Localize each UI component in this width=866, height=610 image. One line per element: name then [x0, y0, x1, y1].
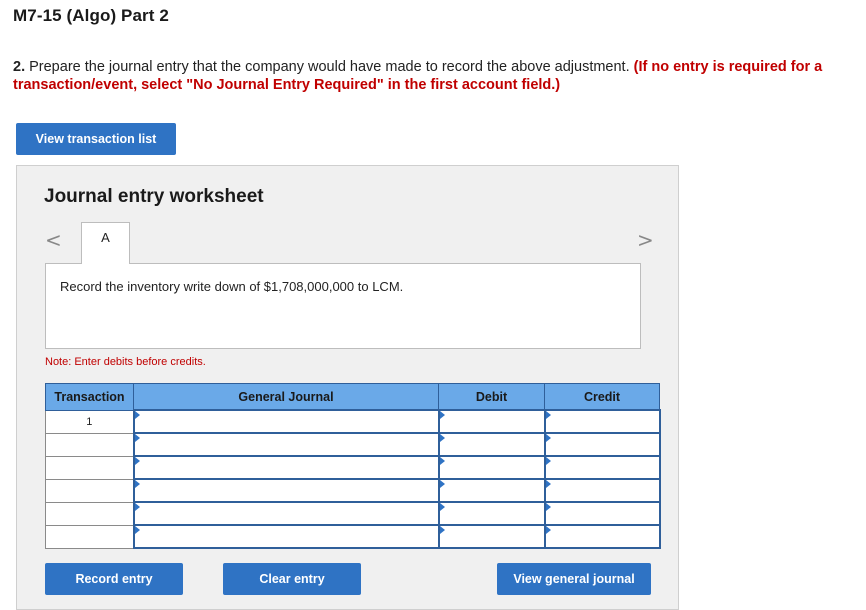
entry-note: Note: Enter debits before credits. [45, 356, 206, 368]
credit-field[interactable] [543, 524, 661, 549]
dropdown-marker-icon [545, 434, 551, 442]
account-field[interactable] [132, 524, 440, 549]
table-row [45, 478, 661, 503]
table-row [45, 501, 661, 526]
chevron-left-icon[interactable]: < [45, 228, 62, 252]
credit-field[interactable] [543, 455, 661, 480]
dropdown-marker-icon [439, 411, 445, 419]
dropdown-marker-icon [439, 503, 445, 511]
account-field[interactable] [132, 432, 440, 457]
credit-field[interactable] [543, 478, 661, 503]
transaction-cell [45, 524, 134, 549]
question-number: 2. [13, 59, 26, 75]
debit-field[interactable] [437, 478, 546, 503]
debit-field[interactable] [437, 524, 546, 549]
record-entry-button[interactable]: Record entry [45, 563, 183, 595]
dropdown-marker-icon [545, 480, 551, 488]
dropdown-marker-icon [134, 457, 140, 465]
credit-field[interactable] [543, 409, 661, 434]
dropdown-marker-icon [134, 526, 140, 534]
question-body: Prepare the journal entry that the compa… [25, 59, 634, 75]
transaction-cell: 1 [45, 409, 134, 434]
journal-entry-worksheet: Journal entry worksheet < > A Record the… [16, 165, 679, 610]
account-field[interactable] [132, 501, 440, 526]
table-row: 1 [45, 409, 661, 434]
dropdown-marker-icon [134, 503, 140, 511]
dropdown-marker-icon [439, 434, 445, 442]
transaction-cell [45, 455, 134, 480]
dropdown-marker-icon [545, 411, 551, 419]
transaction-description-box: Record the inventory write down of $1,70… [45, 263, 641, 349]
transaction-cell [45, 478, 134, 503]
transaction-cell [45, 432, 134, 457]
transaction-description: Record the inventory write down of $1,70… [60, 279, 404, 294]
dropdown-marker-icon [439, 526, 445, 534]
table-header-row: Transaction General Journal Debit Credit [45, 383, 660, 411]
account-field[interactable] [132, 478, 440, 503]
debit-field[interactable] [437, 409, 546, 434]
table-row [45, 455, 661, 480]
account-field[interactable] [132, 455, 440, 480]
dropdown-marker-icon [439, 457, 445, 465]
page-title: M7-15 (Algo) Part 2 [13, 6, 169, 25]
credit-field[interactable] [543, 432, 661, 457]
debit-field[interactable] [437, 455, 546, 480]
table-row [45, 432, 661, 457]
dropdown-marker-icon [134, 411, 140, 419]
question-text: 2. Prepare the journal entry that the co… [13, 58, 858, 94]
view-transaction-list-button[interactable]: View transaction list [16, 123, 176, 155]
dropdown-marker-icon [545, 457, 551, 465]
credit-field[interactable] [543, 501, 661, 526]
transaction-cell [45, 501, 134, 526]
dropdown-marker-icon [439, 480, 445, 488]
dropdown-marker-icon [545, 503, 551, 511]
dropdown-marker-icon [134, 434, 140, 442]
dropdown-marker-icon [134, 480, 140, 488]
header-debit: Debit [438, 383, 545, 411]
dropdown-marker-icon [545, 526, 551, 534]
header-transaction: Transaction [45, 383, 134, 411]
journal-entry-table: Transaction General Journal Debit Credit… [45, 383, 661, 549]
tab-a[interactable]: A [81, 222, 130, 264]
account-field[interactable] [132, 409, 440, 434]
header-credit: Credit [544, 383, 660, 411]
debit-field[interactable] [437, 432, 546, 457]
header-general-journal: General Journal [133, 383, 439, 411]
table-row [45, 524, 661, 549]
worksheet-title: Journal entry worksheet [44, 186, 264, 207]
debit-field[interactable] [437, 501, 546, 526]
clear-entry-button[interactable]: Clear entry [223, 563, 361, 595]
view-general-journal-button[interactable]: View general journal [497, 563, 651, 595]
chevron-right-icon[interactable]: > [637, 228, 654, 252]
